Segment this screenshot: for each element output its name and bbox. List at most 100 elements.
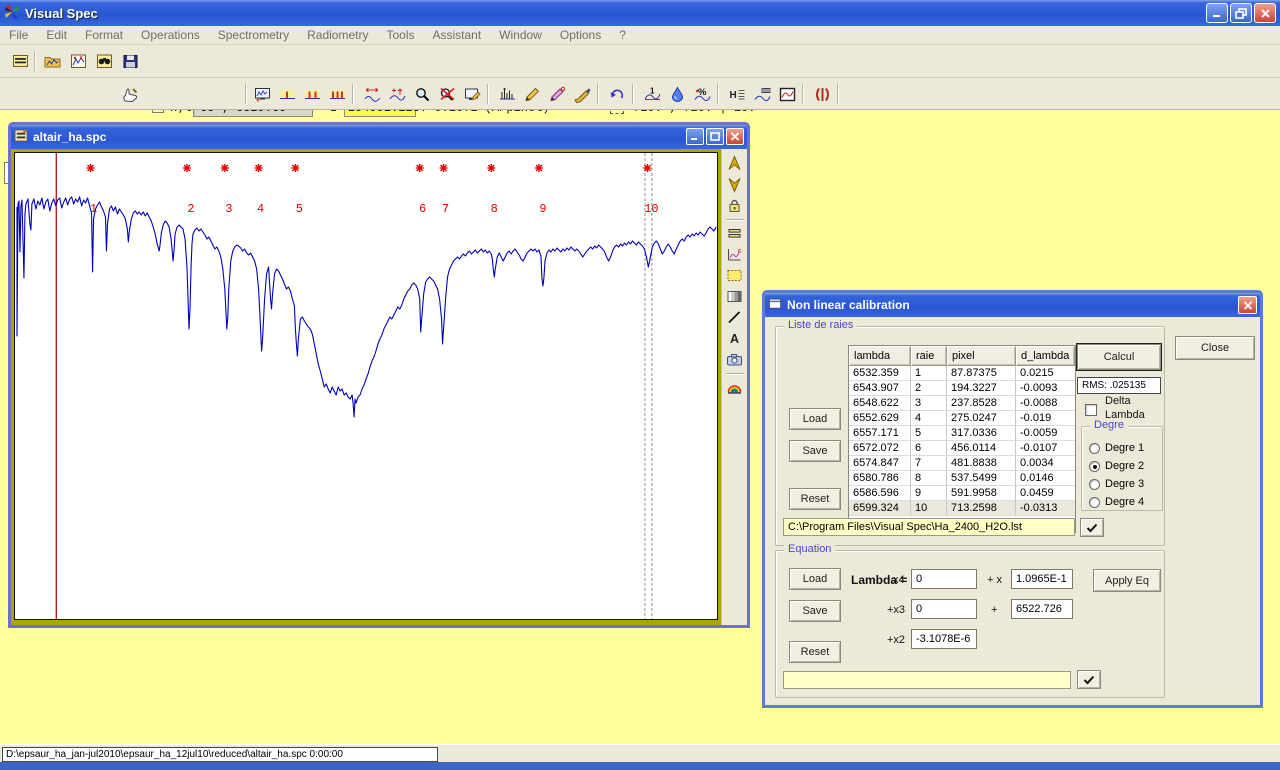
delta-lambda-checkbox[interactable] [1085,404,1097,416]
calcul-button[interactable]: Calcul [1077,344,1161,370]
list-reset-button[interactable]: Reset [789,488,841,510]
pencil-plus-icon[interactable] [545,83,569,105]
table-row[interactable]: 6548.6223237.8528-0.0088 [849,396,1075,411]
scale-icon[interactable] [385,83,409,105]
table-row[interactable]: 6557.1715317.0336-0.0059 [849,426,1075,441]
pencil-icon[interactable] [520,83,544,105]
drop-icon[interactable] [665,83,689,105]
list-file-path-field[interactable]: C:\Program Files\Visual Spec\Ha_2400_H2O… [783,518,1075,536]
table-row[interactable]: 6543.9072194.3227-0.0093 [849,381,1075,396]
text-icon[interactable]: A [724,328,746,349]
menu-edit[interactable]: Edit [37,26,76,44]
table-row[interactable]: 6532.359187.873750.0215 [849,366,1075,381]
eq-load-button[interactable]: Load [789,568,841,590]
edit-display-icon[interactable] [460,83,484,105]
list-path-confirm-button[interactable] [1080,518,1104,537]
degre-radio-3[interactable]: Degre 3 [1089,478,1144,490]
menu-tools[interactable]: Tools [377,26,423,44]
column-header-lambda[interactable]: lambda [849,346,911,366]
ref-curve-icon[interactable]: c [724,244,746,265]
line-icon[interactable] [724,307,746,328]
select-icon[interactable] [724,265,746,286]
calibration-table[interactable]: lambdaraiepixeld_lambda6532.359187.87375… [848,345,1076,533]
column-header-raie[interactable]: raie [911,346,947,366]
list-load-button[interactable]: Load [789,408,841,430]
restore-button[interactable] [1230,3,1252,23]
camera-icon[interactable] [724,349,746,370]
search-profile-icon[interactable] [92,50,116,72]
zoom-icon[interactable] [410,83,434,105]
table-row[interactable]: 6586.5969591.99580.0459 [849,486,1075,501]
menu-format[interactable]: Format [76,26,132,44]
minimize-button[interactable] [1206,3,1228,23]
spectrum-minimize-button[interactable] [686,128,704,145]
spectrum-window-titlebar[interactable]: altair_ha.spc [11,125,747,149]
list-icon[interactable]: H [725,83,749,105]
menu-[interactable]: ? [610,26,635,44]
spectrum-maximize-button[interactable] [706,128,724,145]
table-row[interactable]: 6552.6294275.0247-0.019 [849,411,1075,426]
degre-radio-2[interactable]: Degre 2 [1089,460,1144,472]
brush-icon[interactable] [570,83,594,105]
dialog-titlebar[interactable]: Non linear calibration [765,293,1260,317]
table-row[interactable]: 6599.32410713.2598-0.0313 [849,501,1075,516]
menu-options[interactable]: Options [551,26,610,44]
undo-icon[interactable] [605,83,629,105]
eq-save-button[interactable]: Save [789,600,841,622]
menu-assistant[interactable]: Assistant [423,26,490,44]
element2-icon[interactable] [300,83,324,105]
peaks-icon[interactable] [495,83,519,105]
eq-reset-button[interactable]: Reset [789,641,841,663]
open-profile-icon[interactable] [40,50,64,72]
rainbow-icon[interactable] [724,377,746,398]
split-icon[interactable] [810,83,834,105]
arrow-up-icon[interactable] [724,153,746,174]
column-header-pixel[interactable]: pixel [947,346,1016,366]
display-icon[interactable] [250,83,274,105]
menu-spectrometry[interactable]: Spectrometry [209,26,298,44]
gradient-icon[interactable] [724,286,746,307]
table-cell: -0.0313 [1016,501,1075,516]
eq-const-field[interactable]: 6522.726 [1011,599,1073,619]
eq-x3-field[interactable]: 0 [911,599,977,619]
list-save-button[interactable]: Save [789,440,841,462]
element1-icon[interactable] [275,83,299,105]
menu-file[interactable]: File [0,26,37,44]
eq-x4-field[interactable]: 0 [911,569,977,589]
spectrum-plot-area[interactable]: 12345678910 [14,152,718,620]
menu-radiometry[interactable]: Radiometry [298,26,377,44]
arrow-down-icon[interactable] [724,174,746,195]
spectrum-close-button[interactable] [726,128,744,145]
table-row[interactable]: 6580.7868537.54990.0146 [849,471,1075,486]
save-icon[interactable] [118,50,142,72]
table-row[interactable]: 6574.8477481.88380.0034 [849,456,1075,471]
lock-icon[interactable] [724,195,746,216]
eq-path-confirm-button[interactable] [1077,670,1101,689]
radio-icon [1089,443,1100,454]
close-dialog-button[interactable]: Close [1175,336,1255,360]
menu-operations[interactable]: Operations [132,26,209,44]
table-row[interactable]: 6572.0726456.0114-0.0107 [849,441,1075,456]
crop-icon[interactable] [775,83,799,105]
element3-icon[interactable] [325,83,349,105]
equal-icon[interactable] [724,223,746,244]
measure-icon[interactable] [750,83,774,105]
percent-icon[interactable]: % [690,83,714,105]
degre-radio-4[interactable]: Degre 4 [1089,496,1144,508]
eq-file-path-field[interactable] [783,671,1071,689]
menu-window[interactable]: Window [490,26,551,44]
normalize-icon[interactable]: 1 [640,83,664,105]
eq-x1-field[interactable]: 1.0965E-1 [1011,569,1073,589]
close-button[interactable] [1254,3,1276,23]
dialog-close-button[interactable] [1238,296,1257,314]
eq-x2-field[interactable]: -3.1078E-6 [911,629,977,649]
shift-icon[interactable] [360,83,384,105]
apply-eq-button[interactable]: Apply Eq [1093,569,1161,592]
hand-edit-button[interactable] [118,83,142,105]
spectrum-plot[interactable]: 12345678910 [15,153,717,619]
open-display-icon[interactable] [66,50,90,72]
unzoom-icon[interactable] [435,83,459,105]
print-icon[interactable] [8,50,32,72]
degre-radio-1[interactable]: Degre 1 [1089,442,1144,454]
column-header-d_lambda[interactable]: d_lambda [1016,346,1075,366]
